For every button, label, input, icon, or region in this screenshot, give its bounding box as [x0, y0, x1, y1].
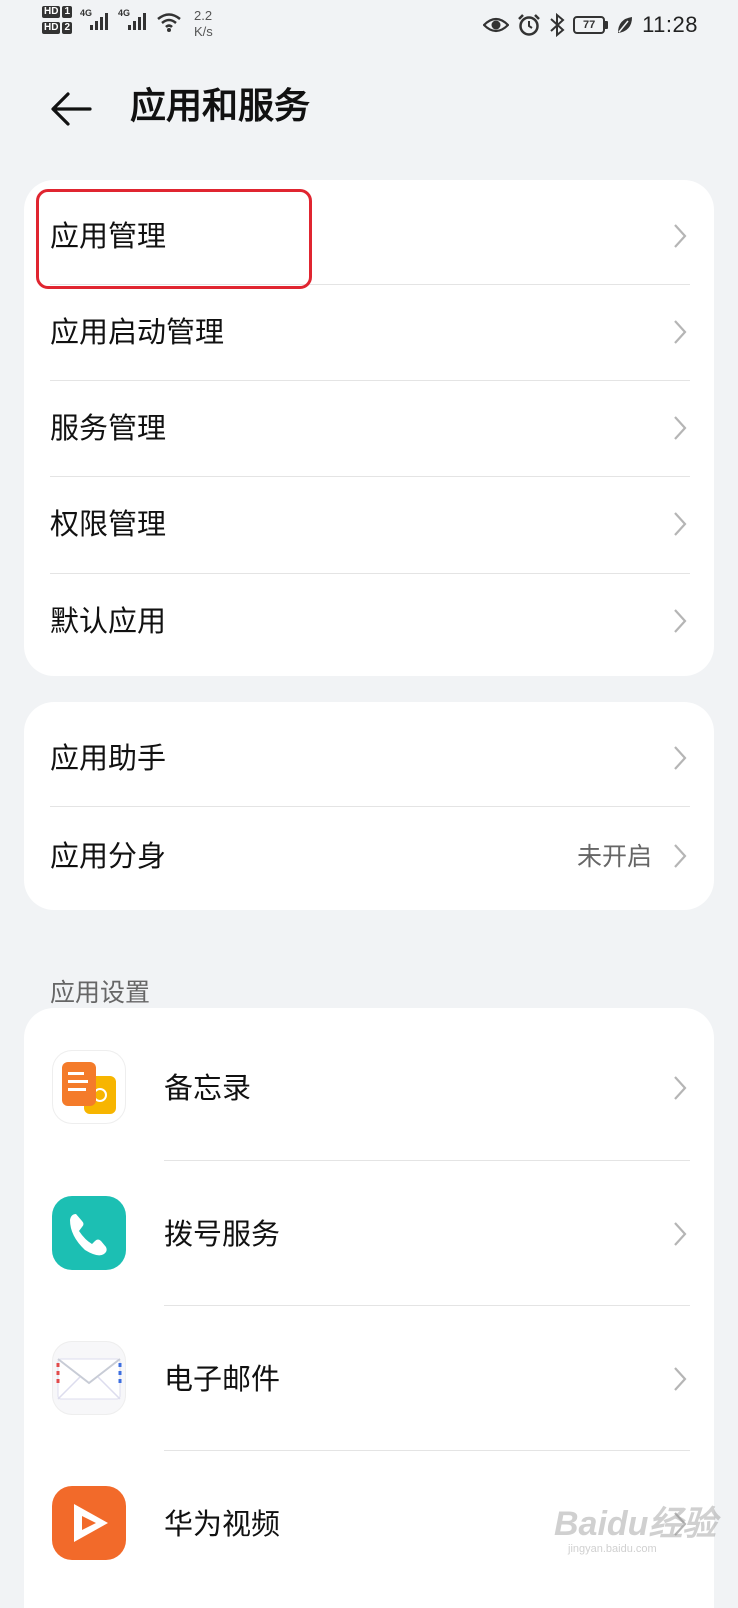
- chevron-right-icon: [674, 224, 687, 248]
- sim-indicators: HD 1 HD 2: [42, 6, 73, 34]
- row-app-twin[interactable]: 应用分身 未开启: [24, 806, 714, 910]
- alarm-icon: [518, 14, 540, 36]
- chevron-right-icon: [674, 746, 687, 770]
- section-title-app-settings: 应用设置: [50, 978, 151, 1007]
- app-item-email[interactable]: 电子邮件: [24, 1305, 714, 1450]
- signal-1-icon: 4G: [80, 6, 110, 32]
- row-app-assistant[interactable]: 应用助手: [24, 702, 714, 806]
- back-arrow-icon[interactable]: [46, 84, 96, 134]
- app-item-dialer[interactable]: 拨号服务: [24, 1160, 714, 1305]
- chevron-right-icon: [674, 1222, 687, 1246]
- chevron-right-icon: [674, 1076, 687, 1100]
- settings-group-main: 应用管理 应用启动管理 服务管理 权限管理 默认应用: [24, 180, 714, 676]
- row-app-launch-management[interactable]: 应用启动管理: [24, 284, 714, 380]
- bluetooth-icon: [550, 13, 565, 37]
- chevron-right-icon: [674, 844, 687, 868]
- battery-icon: 77: [573, 16, 609, 34]
- row-default-apps[interactable]: 默认应用: [24, 573, 714, 676]
- row-app-management[interactable]: 应用管理: [24, 180, 714, 284]
- chevron-right-icon: [674, 1367, 687, 1391]
- clock: 11:28: [642, 12, 698, 37]
- page-title: 应用和服务: [130, 86, 311, 127]
- chevron-right-icon: [674, 512, 687, 536]
- wifi-icon: [157, 13, 181, 32]
- chevron-right-icon: [674, 416, 687, 440]
- page-header: 应用和服务: [0, 66, 738, 156]
- signal-2-icon: 4G: [118, 6, 148, 32]
- video-icon: [52, 1486, 126, 1560]
- phone-icon: [52, 1196, 126, 1270]
- sim1-badge: HD 1: [42, 6, 73, 18]
- app-twin-status: 未开启: [576, 842, 652, 871]
- email-icon: [52, 1341, 126, 1415]
- notepad-icon: [52, 1050, 126, 1124]
- row-service-management[interactable]: 服务管理: [24, 380, 714, 476]
- leaf-icon: [618, 17, 633, 33]
- sim2-badge: HD 2: [42, 22, 73, 34]
- row-permission-management[interactable]: 权限管理: [24, 476, 714, 573]
- status-bar: HD 1 HD 2 4G 4G 2.2 K/s 77 11:28: [0, 0, 738, 56]
- baidu-watermark: Baidu经验 jingyan.baidu.com: [554, 1505, 717, 1555]
- settings-group-helpers: 应用助手 应用分身 未开启: [24, 702, 714, 910]
- network-speed: 2.2 K/s: [194, 8, 213, 39]
- app-item-notepad[interactable]: 备忘录: [24, 1008, 714, 1160]
- chevron-right-icon: [674, 609, 687, 633]
- eye-icon: [483, 17, 510, 33]
- chevron-right-icon: [674, 320, 687, 344]
